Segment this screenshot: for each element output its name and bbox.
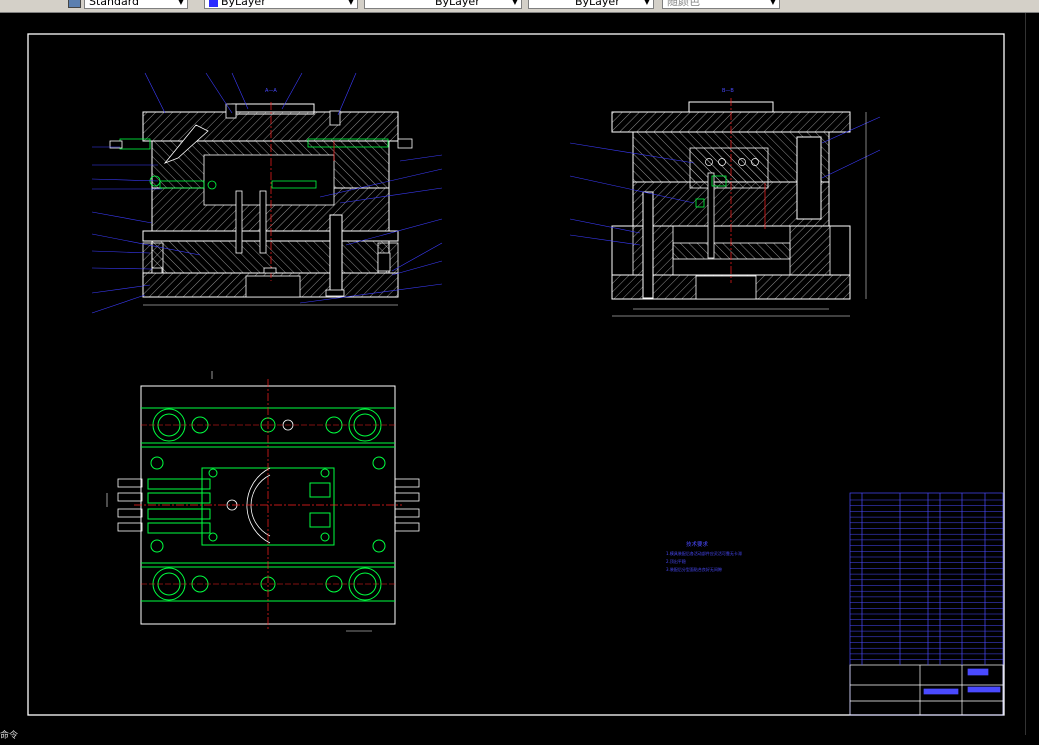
layer-color-value: ByLayer [221, 0, 266, 8]
chevron-down-icon: ▼ [511, 0, 519, 6]
layer-color-dropdown[interactable]: ByLayer ▼ [204, 0, 358, 9]
plan-view [106, 371, 420, 632]
chevron-down-icon: ▼ [643, 0, 651, 6]
drawing-canvas[interactable]: A—A B—B 技术要求 1.模具装配后各活动部件应灵活可靠无卡滞 2.顶出平稳… [0, 13, 1025, 741]
tech-title: 技术要求 [686, 540, 709, 548]
plot-style-value: 随颜色 [667, 0, 700, 8]
title-block [849, 492, 1004, 716]
section-label-aa: A—A [265, 88, 277, 94]
tech-line-3: 3.装配后分型面贴合良好无间隙 [666, 566, 722, 572]
text-style-dropdown[interactable]: Standard ▼ [84, 0, 188, 9]
chevron-down-icon: ▼ [769, 0, 777, 6]
side-section-view: B—B [569, 88, 881, 317]
tech-line-2: 2.顶出平稳 [666, 558, 686, 564]
lineweight-value: ByLayer [575, 0, 620, 8]
front-section-view: A—A [91, 72, 443, 314]
command-line-fragment: 命令 [0, 731, 19, 741]
technical-requirements: 技术要求 1.模具装配后各活动部件应灵活可靠无卡滞 2.顶出平稳 3.装配后分型… [666, 540, 742, 572]
section-label-bb: B—B [722, 88, 734, 94]
text-style-icon[interactable] [68, 0, 81, 8]
text-style-value: Standard [89, 0, 140, 8]
chevron-down-icon: ▼ [177, 0, 185, 6]
properties-toolbar: Standard ▼ ByLayer ▼ ByLayer ▼ ByLayer ▼… [0, 0, 1039, 13]
chevron-down-icon: ▼ [347, 0, 355, 6]
vertical-scrollbar[interactable] [1025, 13, 1039, 735]
linetype-value: ByLayer [435, 0, 480, 8]
cad-drawing: A—A B—B 技术要求 1.模具装配后各活动部件应灵活可靠无卡滞 2.顶出平稳… [27, 33, 1005, 716]
lineweight-dropdown[interactable]: ByLayer ▼ [528, 0, 654, 9]
linetype-dropdown[interactable]: ByLayer ▼ [364, 0, 522, 9]
color-swatch-icon [209, 0, 218, 7]
tech-line-1: 1.模具装配后各活动部件应灵活可靠无卡滞 [666, 550, 742, 556]
plot-style-dropdown[interactable]: 随颜色 ▼ [662, 0, 780, 9]
